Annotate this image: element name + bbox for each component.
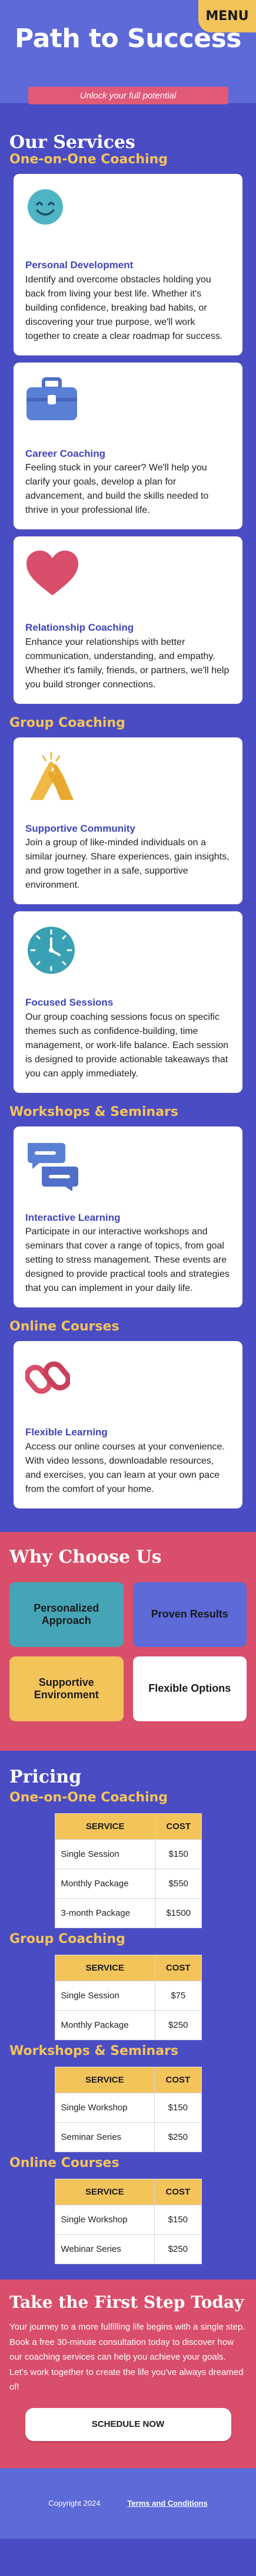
cta-section: Take the First Step Today Your journey t… xyxy=(0,2279,256,2468)
service-cell: Single Workshop xyxy=(54,2092,155,2123)
terms-link[interactable]: Terms and Conditions xyxy=(127,2499,207,2508)
menu-button[interactable]: MENU xyxy=(198,0,256,32)
pricing-group-heading: Workshops & Seminars xyxy=(9,2043,178,2058)
service-cell: Single Session xyxy=(54,1839,156,1869)
services-section: Our Services One-on-One Coaching Persona… xyxy=(0,103,256,1508)
card-text: Participate in our interactive workshops… xyxy=(25,1227,230,1293)
column-header-cost: COST xyxy=(154,2066,202,2093)
pricing-section: Pricing One-on-One Coaching SERVICE COST… xyxy=(0,1751,256,2264)
heart-icon xyxy=(25,549,231,615)
table-row: Single Session $150 xyxy=(54,1839,202,1869)
service-cell: Single Session xyxy=(54,1980,155,2011)
clock-icon xyxy=(25,924,231,990)
cost-cell: $250 xyxy=(154,2010,202,2040)
service-cell: Webinar Series xyxy=(54,2234,155,2264)
card-text: Join a group of like-minded individuals … xyxy=(25,838,230,890)
service-card-interactive-learning: Interactive Learning Participate in our … xyxy=(14,1126,242,1307)
cost-cell: $150 xyxy=(154,2092,202,2123)
column-header-service: SERVICE xyxy=(54,1813,156,1840)
chat-bubbles-icon xyxy=(25,1139,231,1205)
workshops-heading: Workshops & Seminars xyxy=(9,1104,178,1119)
why-choose-us-section: Why Choose Us Personalized Approach Prov… xyxy=(0,1531,256,1751)
pricing-table-workshops: SERVICE COST Single Workshop $150 Semina… xyxy=(54,2066,202,2152)
why-item-supportive: Supportive Environment xyxy=(9,1656,124,1721)
cost-cell: $75 xyxy=(154,1980,202,2011)
card-title: Supportive Community xyxy=(25,822,136,834)
service-card-flexible-learning: Flexible Learning Access our online cour… xyxy=(14,1341,242,1508)
column-header-service: SERVICE xyxy=(54,2178,155,2205)
why-item-results: Proven Results xyxy=(132,1582,247,1647)
cost-cell: $1500 xyxy=(155,1898,202,1928)
card-title: Career Coaching xyxy=(25,447,106,459)
card-title: Relationship Coaching xyxy=(25,622,134,633)
why-item-flexible: Flexible Options xyxy=(132,1656,247,1721)
online-courses-heading: Online Courses xyxy=(9,1319,119,1334)
pricing-table-group: SERVICE COST Single Session $75 Monthly … xyxy=(54,1954,202,2040)
pricing-group-heading: Group Coaching xyxy=(9,1931,125,1946)
why-item-personalized: Personalized Approach xyxy=(9,1582,124,1647)
briefcase-icon xyxy=(25,375,231,442)
link-icon xyxy=(25,1354,231,1420)
one-on-one-heading: One-on-One Coaching xyxy=(9,152,168,167)
card-title: Personal Development xyxy=(25,259,134,271)
tagline: Unlock your full potential xyxy=(28,87,228,104)
cta-heading: Take the First Step Today xyxy=(9,2292,244,2312)
schedule-now-button[interactable]: SCHEDULE NOW xyxy=(25,2407,231,2441)
why-heading: Why Choose Us xyxy=(9,1546,162,1567)
pricing-table-online: SERVICE COST Single Workshop $150 Webina… xyxy=(54,2178,202,2264)
column-header-service: SERVICE xyxy=(54,2066,155,2093)
service-card-supportive-community: Supportive Community Join a group of lik… xyxy=(14,737,242,904)
service-cell: Monthly Package xyxy=(54,2010,155,2040)
table-row: Webinar Series $250 xyxy=(54,2234,202,2264)
table-row: Single Workshop $150 xyxy=(54,2092,202,2123)
service-cell: Seminar Series xyxy=(54,2122,155,2152)
cost-cell: $250 xyxy=(154,2234,202,2264)
site-footer: Copyright 2024 Terms and Conditions xyxy=(0,2468,256,2539)
service-card-focused-sessions: Focused Sessions Our group coaching sess… xyxy=(14,911,242,1093)
table-row: Seminar Series $250 xyxy=(54,2122,202,2152)
card-text: Enhance your relationships with better c… xyxy=(25,637,230,690)
why-grid: Personalized Approach Proven Results Sup… xyxy=(9,1582,247,1721)
table-row: Monthly Package $550 xyxy=(54,1868,202,1899)
pricing-group-heading: Online Courses xyxy=(9,2155,119,2170)
card-text: Access our online courses at your conven… xyxy=(25,1441,225,1494)
cost-cell: $150 xyxy=(155,1839,202,1869)
service-cell: Monthly Package xyxy=(54,1868,156,1899)
card-title: Focused Sessions xyxy=(25,997,114,1008)
services-heading: Our Services xyxy=(9,132,135,153)
cta-text: Your journey to a more fulfilling life b… xyxy=(9,2322,245,2393)
card-text: Our group coaching sessions focus on spe… xyxy=(25,1012,229,1079)
table-row: 3-month Package $1500 xyxy=(54,1898,202,1928)
high-five-icon xyxy=(25,750,231,816)
card-text: Feeling stuck in your career? We'll help… xyxy=(25,463,209,515)
cost-cell: $150 xyxy=(154,2204,202,2235)
smile-face-icon xyxy=(25,187,231,253)
cost-cell: $550 xyxy=(155,1868,202,1899)
pricing-group-heading: One-on-One Coaching xyxy=(9,1790,168,1805)
card-title: Flexible Learning xyxy=(25,1427,108,1438)
cost-cell: $250 xyxy=(154,2122,202,2152)
column-header-cost: COST xyxy=(154,1954,202,1981)
column-header-cost: COST xyxy=(155,1813,202,1840)
service-card-personal-development: Personal Development Identify and overco… xyxy=(14,174,242,355)
card-title: Interactive Learning xyxy=(25,1211,121,1223)
site-header: MENU Path to Success Unlock your full po… xyxy=(0,0,256,104)
copyright-text: Copyright 2024 xyxy=(48,2499,101,2508)
service-cell: Single Workshop xyxy=(54,2204,155,2235)
table-row: Monthly Package $250 xyxy=(54,2010,202,2040)
group-coaching-heading: Group Coaching xyxy=(9,715,125,730)
column-header-service: SERVICE xyxy=(54,1954,155,1981)
card-text: Identify and overcome obstacles holding … xyxy=(25,274,223,341)
table-row: Single Workshop $150 xyxy=(54,2204,202,2235)
service-cell: 3-month Package xyxy=(54,1898,156,1928)
table-row: Single Session $75 xyxy=(54,1980,202,2011)
service-card-relationship-coaching: Relationship Coaching Enhance your relat… xyxy=(14,536,242,704)
pricing-table-one-on-one: SERVICE COST Single Session $150 Monthly… xyxy=(54,1813,202,1928)
pricing-heading: Pricing xyxy=(9,1766,82,1787)
service-card-career-coaching: Career Coaching Feeling stuck in your ca… xyxy=(14,362,242,529)
column-header-cost: COST xyxy=(154,2178,202,2205)
